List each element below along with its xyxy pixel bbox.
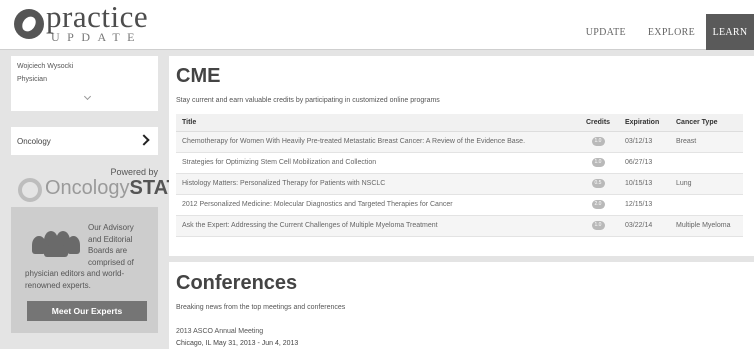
specialty-selector[interactable]: Oncology — [11, 127, 158, 155]
logo-mark-icon — [14, 9, 44, 39]
advisory-line: renowned experts. — [25, 280, 91, 290]
cancer-type-cell — [672, 152, 743, 174]
credits-badge: 0.5 — [591, 179, 605, 188]
advisory-line: and Editorial — [88, 234, 133, 244]
cancer-type-cell — [672, 194, 743, 216]
course-title-link[interactable]: Strategies for Optimizing Stem Cell Mobi… — [176, 152, 578, 174]
conference-location: Chicago, IL May 31, 2013 - Jun 4, 2013 — [176, 340, 299, 347]
advisory-text-bottom: physician editors and world- renowned ex… — [25, 268, 155, 291]
advisory-panel: Our Advisory and Editorial Boards are co… — [11, 207, 158, 333]
credits-badge: 1.0 — [591, 158, 605, 167]
oncologystat-circle-icon — [18, 178, 42, 202]
col-cancer-type[interactable]: Cancer Type — [672, 114, 743, 132]
course-title-link[interactable]: Ask the Expert: Addressing the Current C… — [176, 215, 578, 237]
conference-link[interactable]: 2013 ASCO Annual Meeting — [176, 328, 263, 335]
expiration-cell: 03/22/14 — [618, 215, 672, 237]
user-role: Physician — [17, 76, 47, 83]
table-header-row: Title Credits Expiration Cancer Type — [176, 114, 743, 132]
course-title-link[interactable]: Chemotherapy for Women With Heavily Pre-… — [176, 131, 578, 153]
logo-subtitle: UPDATE — [51, 30, 143, 44]
conferences-description: Breaking news from the top meetings and … — [176, 304, 346, 311]
user-card[interactable]: Wojciech Wysocki Physician — [11, 56, 158, 111]
oncologystat-light: Oncology — [45, 177, 130, 199]
site-header: practice UPDATE UPDATE EXPLORE LEARN — [0, 0, 754, 50]
user-name: Wojciech Wysocki — [17, 63, 74, 70]
col-title[interactable]: Title — [176, 114, 578, 132]
advisory-line: Our Advisory — [88, 223, 134, 232]
table-row[interactable]: 2012 Personalized Medicine: Molecular Di… — [176, 194, 743, 216]
table-row[interactable]: Chemotherapy for Women With Heavily Pre-… — [176, 131, 743, 153]
cancer-type-cell: Lung — [672, 173, 743, 195]
table-row[interactable]: Strategies for Optimizing Stem Cell Mobi… — [176, 152, 743, 174]
meet-experts-button[interactable]: Meet Our Experts — [27, 301, 147, 321]
conferences-panel: Conferences Breaking news from the top m… — [169, 262, 754, 349]
specialty-label: Oncology — [17, 137, 51, 146]
table-row[interactable]: Ask the Expert: Addressing the Current C… — [176, 215, 743, 237]
credits-cell: 1.0 — [578, 215, 618, 237]
practice-update-logo[interactable]: practice UPDATE — [14, 0, 148, 45]
main-nav: UPDATE EXPLORE LEARN — [575, 14, 754, 50]
cme-title: CME — [176, 65, 221, 87]
conferences-title: Conferences — [176, 272, 298, 294]
nav-update[interactable]: UPDATE — [575, 14, 637, 50]
expiration-cell: 03/12/13 — [618, 131, 672, 153]
expiration-cell: 12/15/13 — [618, 194, 672, 216]
people-group-icon — [32, 227, 80, 257]
credits-badge: 2.0 — [591, 200, 605, 209]
advisory-line: Boards are — [88, 246, 128, 255]
credits-cell: 2.0 — [578, 194, 618, 216]
credits-cell: 1.0 — [578, 152, 618, 174]
cancer-type-cell: Multiple Myeloma — [672, 215, 743, 237]
course-title-link[interactable]: 2012 Personalized Medicine: Molecular Di… — [176, 194, 578, 216]
oncologystat-wordmark: OncologySTAT — [45, 177, 179, 200]
expiration-cell: 10/15/13 — [618, 173, 672, 195]
table-row[interactable]: Histology Matters: Personalized Therapy … — [176, 173, 743, 195]
chevron-right-icon[interactable] — [138, 134, 150, 146]
advisory-line: physician editors and world- — [25, 269, 125, 278]
advisory-line: comprised of — [88, 257, 134, 267]
chevron-down-icon[interactable] — [83, 92, 92, 101]
cme-table: Title Credits Expiration Cancer Type Che… — [176, 114, 743, 237]
col-expiration[interactable]: Expiration — [618, 114, 672, 132]
advisory-text-top: Our Advisory and Editorial Boards are co… — [88, 222, 154, 268]
cancer-type-cell: Breast — [672, 131, 743, 153]
course-title-link[interactable]: Histology Matters: Personalized Therapy … — [176, 173, 578, 195]
credits-badge: 1.0 — [591, 137, 605, 146]
credits-cell: 0.5 — [578, 173, 618, 195]
credits-cell: 1.0 — [578, 131, 618, 153]
credits-badge: 1.0 — [591, 221, 605, 230]
col-credits[interactable]: Credits — [578, 114, 618, 132]
oncologystat-logo[interactable]: OncologySTAT — [15, 175, 179, 205]
nav-learn[interactable]: LEARN — [706, 14, 754, 50]
nav-explore[interactable]: EXPLORE — [637, 14, 706, 50]
cme-description: Stay current and earn valuable credits b… — [176, 97, 440, 104]
cme-panel: CME Stay current and earn valuable credi… — [169, 56, 754, 256]
expiration-cell: 06/27/13 — [618, 152, 672, 174]
